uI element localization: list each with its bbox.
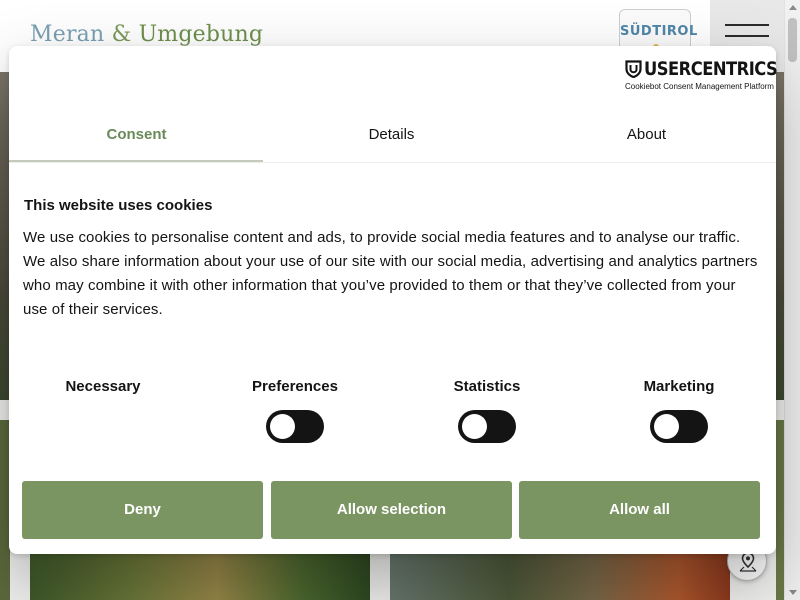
brand-subtitle: Cookiebot Consent Management Platform (625, 82, 774, 91)
allow-all-button[interactable]: Allow all (519, 481, 760, 539)
category-label: Marketing (643, 378, 715, 395)
usercentrics-shield-icon (625, 60, 642, 78)
category-statistics: Statistics (412, 378, 562, 395)
cookie-consent-dialog: USERCENTRICS Cookiebot Consent Managemen… (9, 46, 778, 554)
scroll-up-arrow-icon[interactable] (789, 5, 797, 10)
toggle-knob (654, 414, 679, 439)
toggle-knob (462, 414, 487, 439)
allow-selection-button[interactable]: Allow selection (271, 481, 512, 539)
category-label: Necessary (65, 378, 141, 395)
preferences-toggle[interactable] (266, 410, 324, 443)
consent-description: We use cookies to personalise content an… (23, 229, 758, 318)
category-marketing: Marketing (604, 378, 754, 395)
category-necessary: Necessary (28, 378, 178, 395)
category-label: Preferences (252, 378, 338, 395)
toggle-knob (270, 414, 295, 439)
scroll-down-arrow-icon[interactable] (789, 590, 797, 595)
tab-about[interactable]: About (519, 116, 774, 163)
consent-tabs: Consent Details About (9, 116, 776, 163)
deny-button[interactable]: Deny (22, 481, 263, 539)
usercentrics-logo: USERCENTRICS Cookiebot Consent Managemen… (625, 58, 778, 94)
page-scrollbar[interactable] (784, 0, 800, 600)
consent-heading: This website uses cookies (24, 197, 213, 214)
tabs-divider (9, 162, 776, 163)
brand-name: USERCENTRICS (644, 58, 778, 80)
marketing-toggle[interactable] (650, 410, 708, 443)
statistics-toggle[interactable] (458, 410, 516, 443)
tab-consent[interactable]: Consent (9, 116, 264, 163)
tab-details[interactable]: Details (264, 116, 519, 163)
active-tab-indicator (9, 160, 263, 162)
category-label: Statistics (453, 378, 521, 395)
category-preferences: Preferences (220, 378, 370, 395)
scrollbar-thumb[interactable] (788, 18, 797, 62)
